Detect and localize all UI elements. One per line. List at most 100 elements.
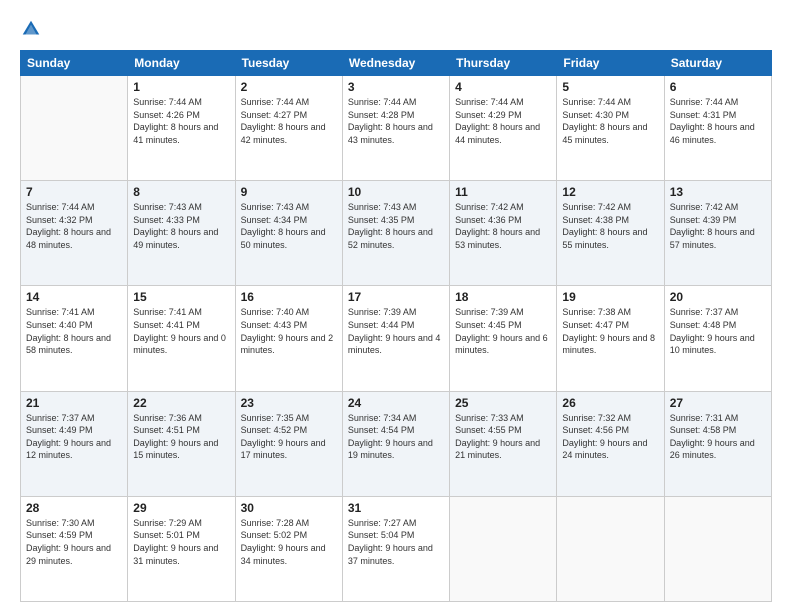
day-number: 2 — [241, 80, 337, 94]
calendar-day-cell: 15Sunrise: 7:41 AMSunset: 4:41 PMDayligh… — [128, 286, 235, 391]
day-number: 1 — [133, 80, 229, 94]
day-number: 3 — [348, 80, 444, 94]
calendar-day-cell: 21 Sunrise: 7:37 AMSunset: 4:49 PMDayligh… — [21, 391, 128, 496]
day-info: Sunrise: 7:29 AMSunset: 5:01 PMDaylight:… — [133, 517, 229, 567]
day-info: Sunrise: 7:31 AMSunset: 4:58 PMDaylight:… — [670, 412, 766, 462]
day-number: 30 — [241, 501, 337, 515]
day-info: Sunrise: 7:36 AMSunset: 4:51 PMDaylight:… — [133, 412, 229, 462]
weekday-header-saturday: Saturday — [664, 51, 771, 76]
day-info: Sunrise: 7:44 AMSunset: 4:27 PMDaylight:… — [241, 96, 337, 146]
calendar-day-cell: 30 Sunrise: 7:28 AMSunset: 5:02 PMDayligh… — [235, 496, 342, 601]
weekday-header-monday: Monday — [128, 51, 235, 76]
calendar-day-cell: 9 Sunrise: 7:43 AMSunset: 4:34 PMDaylight… — [235, 181, 342, 286]
calendar-day-cell: 22 Sunrise: 7:36 AMSunset: 4:51 PMDayligh… — [128, 391, 235, 496]
day-number: 12 — [562, 185, 658, 199]
day-number: 15 — [133, 290, 229, 304]
calendar-day-cell: 8 Sunrise: 7:43 AMSunset: 4:33 PMDaylight… — [128, 181, 235, 286]
calendar-week-row: 28 Sunrise: 7:30 AMSunset: 4:59 PMDayligh… — [21, 496, 772, 601]
calendar-day-cell: 25 Sunrise: 7:33 AMSunset: 4:55 PMDayligh… — [450, 391, 557, 496]
day-number: 5 — [562, 80, 658, 94]
calendar-day-cell: 3 Sunrise: 7:44 AMSunset: 4:28 PMDaylight… — [342, 76, 449, 181]
day-number: 6 — [670, 80, 766, 94]
day-info: Sunrise: 7:41 AMSunset: 4:40 PMDaylight:… — [26, 306, 122, 356]
day-info: Sunrise: 7:39 AMSunset: 4:44 PMDaylight:… — [348, 306, 444, 356]
calendar-day-cell: 27 Sunrise: 7:31 AMSunset: 4:58 PMDayligh… — [664, 391, 771, 496]
logo-icon — [20, 18, 42, 40]
day-number: 17 — [348, 290, 444, 304]
day-number: 11 — [455, 185, 551, 199]
day-number: 8 — [133, 185, 229, 199]
day-info: Sunrise: 7:34 AMSunset: 4:54 PMDaylight:… — [348, 412, 444, 462]
day-info: Sunrise: 7:44 AMSunset: 4:30 PMDaylight:… — [562, 96, 658, 146]
calendar-day-cell: 24 Sunrise: 7:34 AMSunset: 4:54 PMDayligh… — [342, 391, 449, 496]
day-number: 10 — [348, 185, 444, 199]
header — [20, 18, 772, 40]
day-number: 27 — [670, 396, 766, 410]
calendar-day-cell — [664, 496, 771, 601]
day-info: Sunrise: 7:37 AMSunset: 4:48 PMDaylight:… — [670, 306, 766, 356]
day-number: 14 — [26, 290, 122, 304]
day-info: Sunrise: 7:39 AMSunset: 4:45 PMDaylight:… — [455, 306, 551, 356]
day-info: Sunrise: 7:32 AMSunset: 4:56 PMDaylight:… — [562, 412, 658, 462]
calendar-day-cell: 5 Sunrise: 7:44 AMSunset: 4:30 PMDaylight… — [557, 76, 664, 181]
calendar-day-cell: 20 Sunrise: 7:37 AMSunset: 4:48 PMDayligh… — [664, 286, 771, 391]
day-number: 24 — [348, 396, 444, 410]
calendar-page: SundayMondayTuesdayWednesdayThursdayFrid… — [0, 0, 792, 612]
calendar-day-cell: 31 Sunrise: 7:27 AMSunset: 5:04 PMDayligh… — [342, 496, 449, 601]
day-info: Sunrise: 7:27 AMSunset: 5:04 PMDaylight:… — [348, 517, 444, 567]
calendar-day-cell: 2 Sunrise: 7:44 AMSunset: 4:27 PMDaylight… — [235, 76, 342, 181]
day-info: Sunrise: 7:44 AMSunset: 4:31 PMDaylight:… — [670, 96, 766, 146]
calendar-day-cell: 17 Sunrise: 7:39 AMSunset: 4:44 PMDayligh… — [342, 286, 449, 391]
day-info: Sunrise: 7:44 AMSunset: 4:28 PMDaylight:… — [348, 96, 444, 146]
day-info: Sunrise: 7:40 AMSunset: 4:43 PMDaylight:… — [241, 306, 337, 356]
day-info: Sunrise: 7:44 AMSunset: 4:26 PMDaylight:… — [133, 96, 229, 146]
calendar-day-cell: 7Sunrise: 7:44 AMSunset: 4:32 PMDaylight… — [21, 181, 128, 286]
day-number: 31 — [348, 501, 444, 515]
day-number: 21 — [26, 396, 122, 410]
calendar-day-cell: 28 Sunrise: 7:30 AMSunset: 4:59 PMDayligh… — [21, 496, 128, 601]
day-number: 28 — [26, 501, 122, 515]
calendar-week-row: 1 Sunrise: 7:44 AMSunset: 4:26 PMDaylight… — [21, 76, 772, 181]
day-info: Sunrise: 7:43 AMSunset: 4:33 PMDaylight:… — [133, 201, 229, 251]
weekday-header-sunday: Sunday — [21, 51, 128, 76]
calendar-week-row: 7Sunrise: 7:44 AMSunset: 4:32 PMDaylight… — [21, 181, 772, 286]
day-info: Sunrise: 7:30 AMSunset: 4:59 PMDaylight:… — [26, 517, 122, 567]
day-info: Sunrise: 7:33 AMSunset: 4:55 PMDaylight:… — [455, 412, 551, 462]
weekday-header-thursday: Thursday — [450, 51, 557, 76]
calendar-day-cell: 10 Sunrise: 7:43 AMSunset: 4:35 PMDayligh… — [342, 181, 449, 286]
day-number: 22 — [133, 396, 229, 410]
day-info: Sunrise: 7:37 AMSunset: 4:49 PMDaylight:… — [26, 412, 122, 462]
day-number: 18 — [455, 290, 551, 304]
day-info: Sunrise: 7:42 AMSunset: 4:39 PMDaylight:… — [670, 201, 766, 251]
day-number: 7 — [26, 185, 122, 199]
calendar-day-cell — [21, 76, 128, 181]
weekday-header-row: SundayMondayTuesdayWednesdayThursdayFrid… — [21, 51, 772, 76]
day-info: Sunrise: 7:44 AMSunset: 4:29 PMDaylight:… — [455, 96, 551, 146]
logo — [20, 18, 46, 40]
calendar-table: SundayMondayTuesdayWednesdayThursdayFrid… — [20, 50, 772, 602]
day-info: Sunrise: 7:28 AMSunset: 5:02 PMDaylight:… — [241, 517, 337, 567]
day-number: 20 — [670, 290, 766, 304]
day-info: Sunrise: 7:43 AMSunset: 4:35 PMDaylight:… — [348, 201, 444, 251]
calendar-day-cell: 26 Sunrise: 7:32 AMSunset: 4:56 PMDayligh… — [557, 391, 664, 496]
calendar-day-cell: 16 Sunrise: 7:40 AMSunset: 4:43 PMDayligh… — [235, 286, 342, 391]
day-info: Sunrise: 7:35 AMSunset: 4:52 PMDaylight:… — [241, 412, 337, 462]
calendar-day-cell: 6 Sunrise: 7:44 AMSunset: 4:31 PMDaylight… — [664, 76, 771, 181]
day-number: 26 — [562, 396, 658, 410]
day-number: 25 — [455, 396, 551, 410]
day-number: 29 — [133, 501, 229, 515]
calendar-day-cell: 4 Sunrise: 7:44 AMSunset: 4:29 PMDaylight… — [450, 76, 557, 181]
calendar-week-row: 14 Sunrise: 7:41 AMSunset: 4:40 PMDayligh… — [21, 286, 772, 391]
day-info: Sunrise: 7:42 AMSunset: 4:38 PMDaylight:… — [562, 201, 658, 251]
calendar-day-cell: 14 Sunrise: 7:41 AMSunset: 4:40 PMDayligh… — [21, 286, 128, 391]
day-info: Sunrise: 7:43 AMSunset: 4:34 PMDaylight:… — [241, 201, 337, 251]
day-number: 19 — [562, 290, 658, 304]
day-number: 4 — [455, 80, 551, 94]
calendar-day-cell: 19 Sunrise: 7:38 AMSunset: 4:47 PMDayligh… — [557, 286, 664, 391]
day-info: Sunrise: 7:38 AMSunset: 4:47 PMDaylight:… — [562, 306, 658, 356]
calendar-day-cell: 18 Sunrise: 7:39 AMSunset: 4:45 PMDayligh… — [450, 286, 557, 391]
day-number: 16 — [241, 290, 337, 304]
day-number: 9 — [241, 185, 337, 199]
weekday-header-friday: Friday — [557, 51, 664, 76]
calendar-day-cell: 11Sunrise: 7:42 AMSunset: 4:36 PMDayligh… — [450, 181, 557, 286]
